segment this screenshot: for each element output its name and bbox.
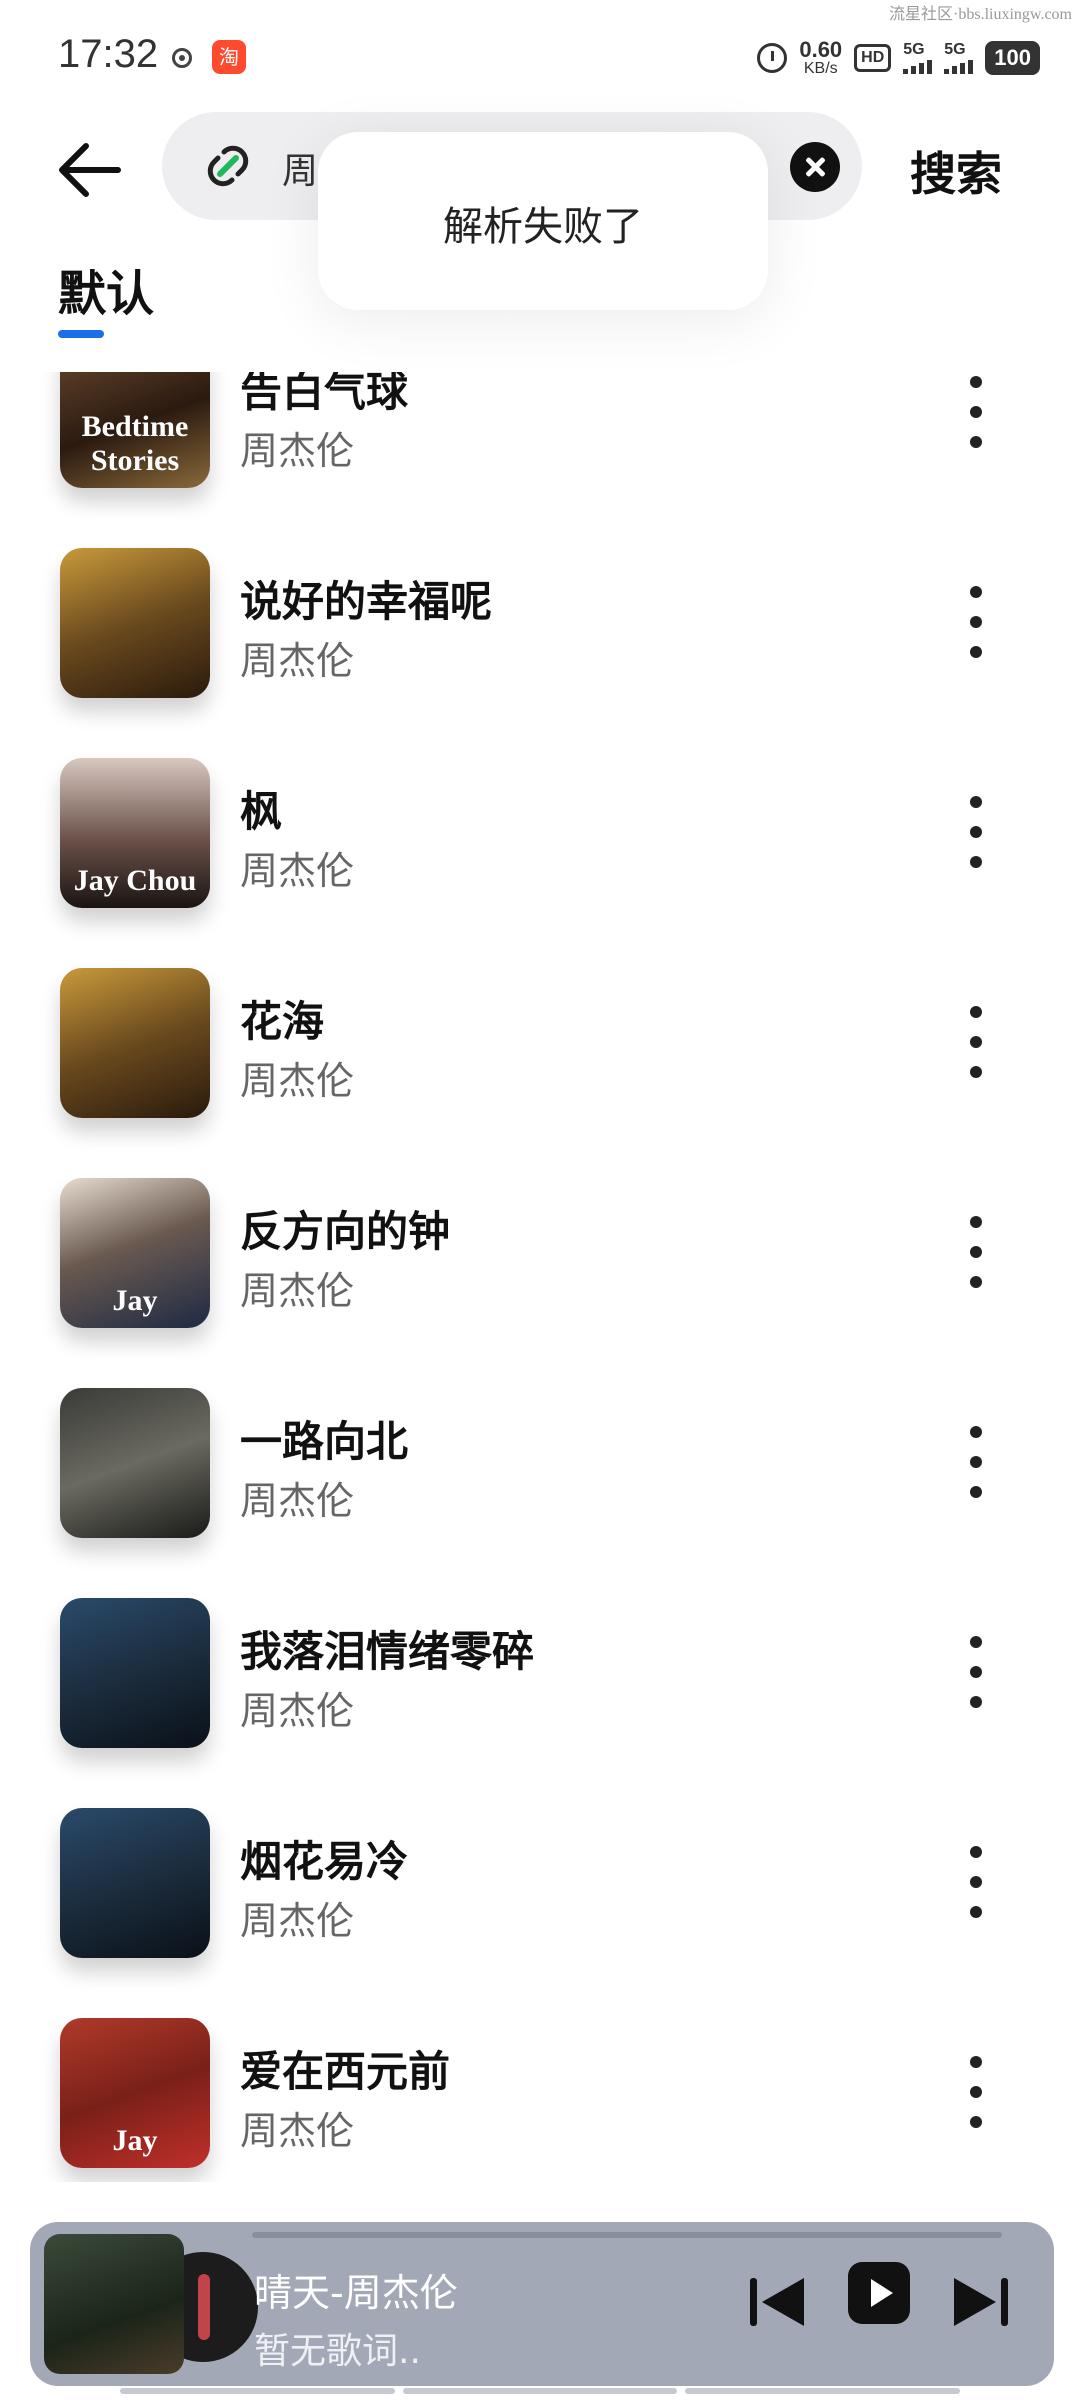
alarm-icon: [757, 43, 788, 73]
watermark: 流星社区·bbs.liuxingw.com: [889, 6, 1072, 23]
song-row[interactable]: 烟花易冷 周杰伦: [0, 1780, 1080, 1990]
song-title: 花海: [240, 997, 325, 1046]
recording-indicator-icon: [172, 48, 192, 68]
song-row[interactable]: Jay Chou 枫周杰伦: [0, 730, 1080, 940]
album-cover-text: Jay Chou: [73, 864, 197, 897]
song-title: 我落泪情绪零碎: [240, 1627, 535, 1676]
song-title: 说好的幸福呢: [240, 577, 493, 626]
taobao-app-icon: 淘: [212, 40, 246, 74]
search-input[interactable]: 周: [282, 142, 318, 194]
link-icon: [207, 145, 249, 187]
player-album-cover[interactable]: [44, 2234, 184, 2374]
album-cover[interactable]: [60, 1388, 210, 1538]
more-options-icon[interactable]: [956, 1216, 996, 1288]
next-track-button[interactable]: [948, 2272, 1010, 2332]
back-button[interactable]: [56, 140, 122, 200]
player-progress-bar: [252, 2232, 1002, 2238]
battery-icon: 100: [985, 41, 1040, 75]
status-indicators: 0.60 KB/s HD 5G 5G 100: [757, 36, 1040, 80]
song-artist: 周杰伦: [240, 1059, 355, 1103]
album-cover[interactable]: Jay: [60, 2018, 210, 2168]
song-row[interactable]: 说好的幸福呢 周杰伦: [0, 520, 1080, 730]
song-title: 烟花易冷: [240, 1837, 409, 1886]
more-options-icon[interactable]: [956, 1426, 996, 1498]
song-artist: 周杰伦: [240, 1689, 355, 1733]
player-lyric: 暂无歌词..: [254, 2331, 421, 2372]
status-bar: 17:32 淘 流星社区·bbs.liuxingw.com 0.60 KB/s …: [0, 0, 1080, 110]
song-artist: 周杰伦: [240, 429, 355, 473]
more-options-icon[interactable]: [956, 376, 996, 448]
clear-icon[interactable]: [790, 142, 840, 192]
play-button[interactable]: [848, 2262, 910, 2324]
album-cover[interactable]: [60, 968, 210, 1118]
mini-player[interactable]: 晴天-周杰伦 暂无歌词..: [30, 2222, 1054, 2386]
song-artist: 周杰伦: [240, 2109, 355, 2153]
album-cover-text: Jay: [112, 1284, 158, 1317]
song-title: 一路向北: [240, 1417, 409, 1466]
tab-default[interactable]: 默认: [58, 254, 154, 324]
album-cover[interactable]: [60, 548, 210, 698]
gesture-nav-bar: [120, 2388, 961, 2396]
hd-voice-icon: HD: [854, 44, 892, 72]
network-speed: 0.60 KB/s: [799, 39, 842, 77]
album-cover[interactable]: Jay: [60, 1178, 210, 1328]
previous-track-button[interactable]: [748, 2272, 810, 2332]
album-cover-text: Jay: [112, 2124, 158, 2157]
more-options-icon[interactable]: [956, 1846, 996, 1918]
song-artist: 周杰伦: [240, 1479, 355, 1523]
song-row[interactable]: 一路向北 周杰伦: [0, 1360, 1080, 1570]
more-options-icon[interactable]: [956, 1006, 996, 1078]
album-cover-text: Bedtime Stories: [81, 410, 189, 477]
back-arrow-icon: [59, 143, 121, 197]
song-artist: 周杰伦: [240, 849, 355, 893]
more-options-icon[interactable]: [956, 2056, 996, 2128]
song-artist: 周杰伦: [240, 639, 355, 683]
signal-icon-2: 5G: [944, 42, 974, 74]
song-row[interactable]: Bedtime Stories 告白气球周杰伦: [0, 372, 1080, 520]
player-song-title: 晴天-周杰伦: [254, 2271, 458, 2315]
more-options-icon[interactable]: [956, 796, 996, 868]
search-button[interactable]: 搜索: [910, 138, 1002, 204]
toast-message: 解析失败了: [443, 204, 643, 250]
more-options-icon[interactable]: [956, 1636, 996, 1708]
song-title: 反方向的钟: [240, 1207, 451, 1256]
album-cover[interactable]: [60, 1598, 210, 1748]
album-cover[interactable]: Jay Chou: [60, 758, 210, 908]
song-artist: 周杰伦: [240, 1269, 355, 1313]
song-title: 枫: [240, 787, 283, 836]
toast: 解析失败了: [318, 132, 768, 310]
song-row[interactable]: 花海 周杰伦: [0, 940, 1080, 1150]
more-options-icon[interactable]: [956, 586, 996, 658]
signal-icon-1: 5G: [903, 42, 933, 74]
song-row[interactable]: 我落泪情绪零碎周杰伦: [0, 1570, 1080, 1780]
song-title: 告白气球: [240, 372, 409, 416]
song-list[interactable]: Bedtime Stories 告白气球 周杰伦 说好的幸福呢 周杰伦 Jay Chou 枫…: [0, 372, 1080, 2182]
album-cover[interactable]: Bedtime Stories: [60, 372, 210, 488]
network-speed-unit: KB/s: [803, 60, 838, 77]
song-row[interactable]: Jay 反方向的钟周杰伦: [0, 1150, 1080, 1360]
status-time: 17:32: [58, 32, 159, 76]
network-speed-value: 0.60: [799, 37, 843, 62]
tab-active-indicator: [58, 330, 104, 338]
song-title: 爱在西元前: [240, 2047, 451, 2096]
song-row[interactable]: Jay 爱在西元前周杰伦: [0, 1990, 1080, 2182]
song-artist: 周杰伦: [240, 1899, 355, 1943]
album-cover[interactable]: [60, 1808, 210, 1958]
